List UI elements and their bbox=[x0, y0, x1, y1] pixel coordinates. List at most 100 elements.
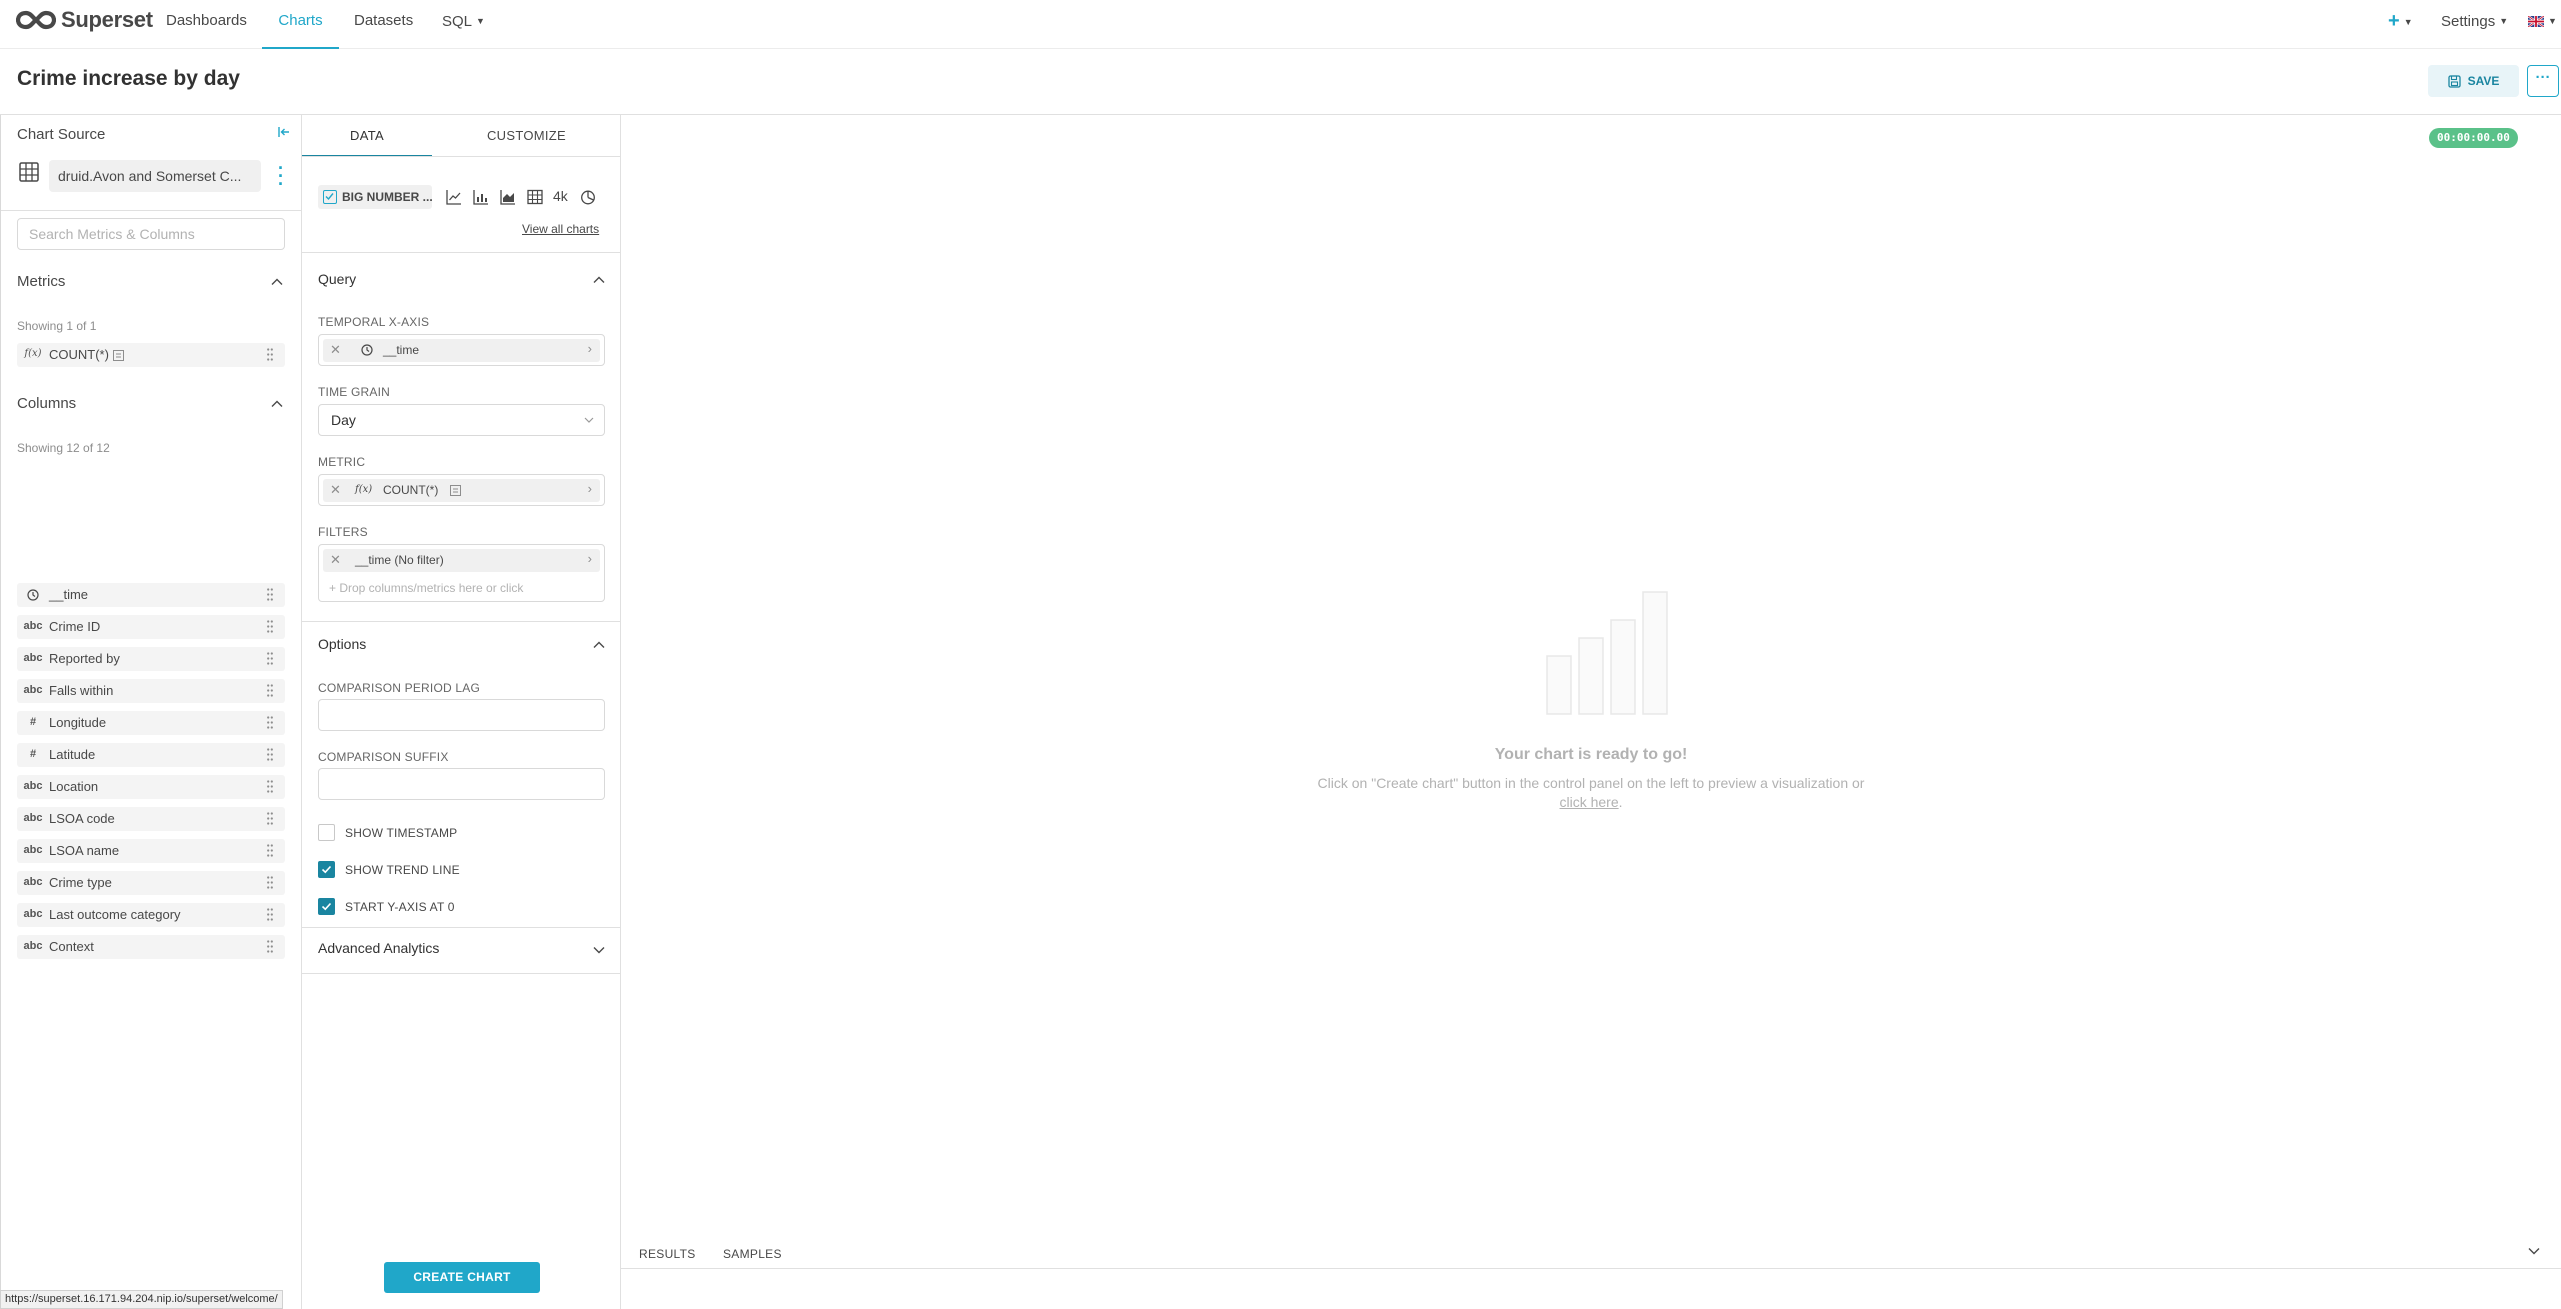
metric-item[interactable]: f(x) COUNT(*) bbox=[17, 343, 285, 367]
line-chart-icon[interactable] bbox=[446, 189, 462, 205]
string-type-icon: abc bbox=[23, 908, 43, 920]
column-item[interactable]: abc Location bbox=[17, 775, 285, 799]
caret-down-icon: ▼ bbox=[476, 16, 485, 26]
view-all-charts-link[interactable]: View all charts bbox=[522, 222, 599, 236]
column-item[interactable]: abc Falls within bbox=[17, 679, 285, 703]
create-chart-button[interactable]: CREATE CHART bbox=[384, 1262, 540, 1293]
column-item[interactable]: abc Crime ID bbox=[17, 615, 285, 639]
time-grain-select[interactable]: Day bbox=[318, 404, 605, 436]
drag-handle-icon[interactable] bbox=[267, 908, 273, 921]
comparison-suffix-input[interactable] bbox=[318, 768, 605, 800]
empty-state-description: Click on "Create chart" button in the co… bbox=[1317, 775, 1865, 791]
filter-pill[interactable]: ✕ __time (No filter) › bbox=[323, 549, 600, 572]
tab-results[interactable]: RESULTS bbox=[639, 1247, 696, 1261]
chevron-down-icon[interactable] bbox=[2528, 1244, 2540, 1259]
drag-handle-icon[interactable] bbox=[267, 620, 273, 633]
dataset-table-icon bbox=[19, 162, 39, 185]
collapse-panel-icon[interactable] bbox=[278, 125, 290, 141]
columns-section-title[interactable]: Columns bbox=[17, 395, 76, 412]
metrics-section-title[interactable]: Metrics bbox=[17, 273, 65, 290]
empty-chart-illustration bbox=[1546, 591, 1668, 715]
big-number-4k-icon[interactable]: 4k bbox=[553, 188, 568, 204]
more-actions-button[interactable]: ··· bbox=[2527, 65, 2559, 97]
drag-handle-icon[interactable] bbox=[267, 348, 273, 361]
comparison-lag-label: COMPARISON PERIOD LAG bbox=[318, 681, 481, 695]
drag-handle-icon[interactable] bbox=[267, 844, 273, 857]
language-menu[interactable]: ▼ bbox=[2527, 0, 2557, 42]
temporal-x-axis-pill[interactable]: ✕ __time › bbox=[323, 339, 600, 362]
column-item[interactable]: __time bbox=[17, 583, 285, 607]
column-item[interactable]: abc Crime type bbox=[17, 871, 285, 895]
column-item[interactable]: # Longitude bbox=[17, 711, 285, 735]
drag-handle-icon[interactable] bbox=[267, 780, 273, 793]
column-item[interactable]: abc LSOA name bbox=[17, 839, 285, 863]
string-type-icon: abc bbox=[23, 876, 43, 888]
caret-down-icon: ▼ bbox=[2403, 17, 2413, 27]
drag-handle-icon[interactable] bbox=[267, 876, 273, 889]
chevron-up-icon[interactable] bbox=[271, 275, 283, 290]
save-label: SAVE bbox=[2467, 74, 2500, 88]
save-button[interactable]: SAVE bbox=[2428, 65, 2519, 97]
metric-pill[interactable]: ✕ f(x) COUNT(*) › bbox=[323, 479, 600, 502]
column-item[interactable]: # Latitude bbox=[17, 743, 285, 767]
chevron-up-icon[interactable] bbox=[593, 638, 605, 653]
filter-value: __time (No filter) bbox=[355, 553, 444, 567]
filter-drop-zone[interactable]: + Drop columns/metrics here or click bbox=[329, 581, 523, 595]
drag-handle-icon[interactable] bbox=[267, 940, 273, 953]
table-chart-icon[interactable] bbox=[527, 189, 543, 205]
drag-handle-icon[interactable] bbox=[267, 652, 273, 665]
filters-field[interactable]: ✕ __time (No filter) › + Drop columns/me… bbox=[318, 544, 605, 602]
remove-icon[interactable]: ✕ bbox=[330, 482, 341, 498]
click-here-link[interactable]: click here bbox=[1559, 794, 1618, 810]
chevron-up-icon[interactable] bbox=[593, 273, 605, 288]
nav-dashboards[interactable]: Dashboards bbox=[166, 0, 247, 49]
tab-samples[interactable]: SAMPLES bbox=[723, 1247, 782, 1261]
drag-handle-icon[interactable] bbox=[267, 748, 273, 761]
datasource-panel: Chart Source druid.Avon and Somerset C..… bbox=[0, 115, 302, 1309]
drag-handle-icon[interactable] bbox=[267, 684, 273, 697]
viz-selected-big-number[interactable]: BIG NUMBER ... bbox=[318, 185, 433, 209]
drag-handle-icon[interactable] bbox=[267, 716, 273, 729]
area-chart-icon[interactable] bbox=[500, 189, 516, 205]
column-item[interactable]: abc Reported by bbox=[17, 647, 285, 671]
drag-handle-icon[interactable] bbox=[267, 588, 273, 601]
chevron-right-icon: › bbox=[587, 481, 592, 496]
caret-down-icon: ▼ bbox=[2548, 16, 2557, 26]
dataset-name[interactable]: druid.Avon and Somerset C... bbox=[49, 160, 261, 192]
superset-logo[interactable]: Superset bbox=[16, 7, 153, 33]
string-type-icon: abc bbox=[23, 812, 43, 824]
settings-menu[interactable]: Settings ▼ bbox=[2441, 0, 2508, 42]
new-menu[interactable]: + ▼ bbox=[2388, 0, 2413, 42]
column-item[interactable]: abc LSOA code bbox=[17, 807, 285, 831]
remove-icon[interactable]: ✕ bbox=[330, 342, 341, 358]
temporal-x-axis-field[interactable]: ✕ __time › bbox=[318, 334, 605, 366]
advanced-analytics-title[interactable]: Advanced Analytics bbox=[318, 940, 439, 956]
dataset-menu-icon[interactable]: · · · bbox=[277, 159, 285, 193]
nav-datasets[interactable]: Datasets bbox=[354, 0, 413, 49]
bar-chart-icon[interactable] bbox=[473, 189, 489, 205]
column-item[interactable]: abc Context bbox=[17, 935, 285, 959]
nav-charts[interactable]: Charts bbox=[262, 0, 339, 49]
comparison-lag-input[interactable] bbox=[318, 699, 605, 731]
column-item[interactable]: abc Last outcome category bbox=[17, 903, 285, 927]
options-section-title[interactable]: Options bbox=[318, 636, 366, 652]
numeric-type-icon: # bbox=[29, 748, 37, 760]
string-type-icon: abc bbox=[23, 684, 43, 696]
nav-sql-label: SQL bbox=[442, 13, 473, 30]
checkbox[interactable] bbox=[318, 898, 335, 915]
chart-title[interactable]: Crime increase by day bbox=[17, 67, 240, 91]
chevron-down-icon[interactable] bbox=[593, 943, 605, 958]
search-metrics-columns-input[interactable]: Search Metrics & Columns bbox=[17, 218, 285, 250]
checkbox[interactable] bbox=[318, 824, 335, 841]
checkbox[interactable] bbox=[318, 861, 335, 878]
query-timer-badge: 00:00:00.00 bbox=[2429, 128, 2518, 148]
query-section-title[interactable]: Query bbox=[318, 271, 356, 287]
drag-handle-icon[interactable] bbox=[267, 812, 273, 825]
pie-chart-icon[interactable] bbox=[580, 189, 596, 205]
tab-data[interactable]: DATA bbox=[302, 115, 432, 157]
chevron-up-icon[interactable] bbox=[271, 397, 283, 412]
remove-icon[interactable]: ✕ bbox=[330, 552, 341, 568]
tab-customize[interactable]: CUSTOMIZE bbox=[432, 115, 621, 157]
metric-field[interactable]: ✕ f(x) COUNT(*) › bbox=[318, 474, 605, 506]
nav-sql[interactable]: SQL ▼ bbox=[442, 0, 485, 49]
